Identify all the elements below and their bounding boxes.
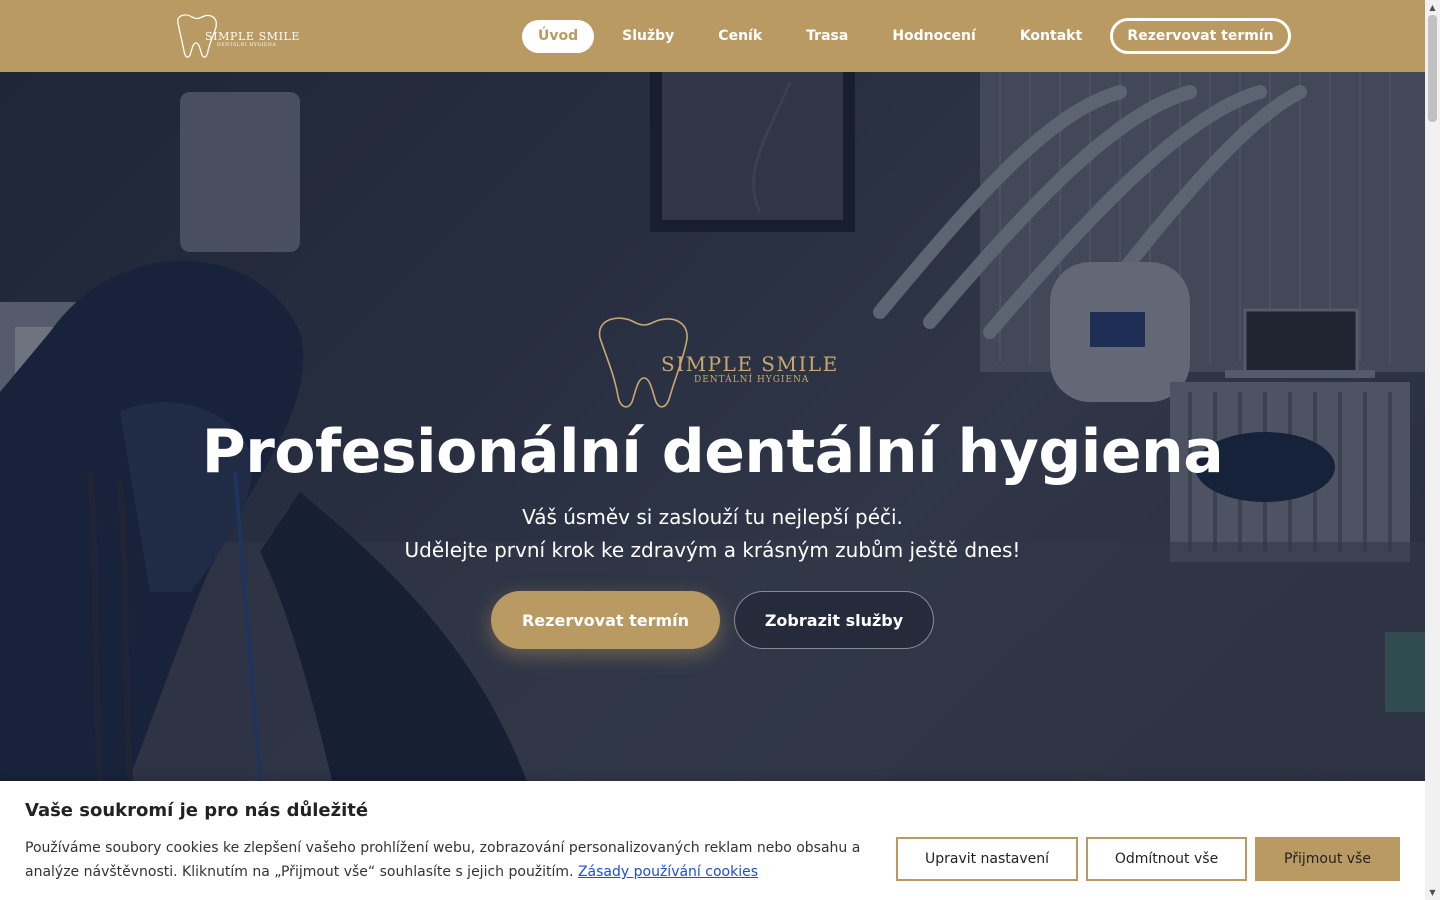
header-brand-name: SIMPLE SMILE	[205, 30, 301, 43]
nav-item-kontakt[interactable]: Kontakt	[1004, 20, 1098, 53]
hero-brand-name: SIMPLE SMILE	[661, 352, 839, 376]
cookie-accept-button[interactable]: Přijmout vše	[1255, 837, 1400, 881]
cookie-policy-link[interactable]: Zásady používání cookies	[578, 864, 758, 880]
cookie-description: Používáme soubory cookies ke zlepšení va…	[25, 836, 875, 884]
hero-brand-tagline: DENTÁLNÍ HYGIENA	[694, 375, 810, 385]
scroll-up-arrow-icon[interactable]: ▲	[1425, 0, 1440, 15]
header-logo[interactable]: SIMPLE SMILE DENTÁLNÍ HYGIENA	[172, 11, 299, 61]
hero-book-button[interactable]: Rezervovat termín	[491, 591, 720, 649]
scrollbar-thumb[interactable]	[1428, 15, 1437, 122]
hero-logo: SIMPLE SMILE DENTÁLNÍ HYGIENA	[594, 312, 837, 412]
nav-item-uvod[interactable]: Úvod	[522, 19, 595, 53]
hero-section: SIMPLE SMILE DENTÁLNÍ HYGIENA Profesioná…	[0, 72, 1425, 900]
hero-title: Profesionální dentální hygiena	[201, 417, 1224, 487]
cookie-consent-bar: Vaše soukromí je pro nás důležité Použív…	[0, 781, 1425, 900]
cookie-title: Vaše soukromí je pro nás důležité	[25, 800, 369, 821]
cookie-reject-button[interactable]: Odmítnout vše	[1086, 837, 1247, 881]
header-brand-tagline: DENTÁLNÍ HYGIENA	[217, 43, 277, 48]
nav-item-trasa[interactable]: Trasa	[790, 20, 864, 53]
hero-services-button[interactable]: Zobrazit služby	[734, 591, 934, 649]
nav-item-hodnoceni[interactable]: Hodnocení	[876, 20, 992, 53]
main-nav: Úvod Služby Ceník Trasa Hodnocení Kontak…	[522, 19, 1098, 53]
header-book-button[interactable]: Rezervovat termín	[1110, 18, 1291, 54]
page-scrollbar[interactable]: ▲ ▼	[1425, 0, 1440, 900]
cookie-settings-button[interactable]: Upravit nastavení	[896, 837, 1078, 881]
scroll-down-arrow-icon[interactable]: ▼	[1425, 885, 1440, 900]
hero-subtitle-line2: Udělejte první krok ke zdravým a krásným…	[404, 538, 1021, 562]
nav-item-cenik[interactable]: Ceník	[702, 20, 778, 53]
hero-subtitle-line1: Váš úsměv si zaslouží tu nejlepší péči.	[522, 505, 903, 529]
site-header: SIMPLE SMILE DENTÁLNÍ HYGIENA Úvod Služb…	[0, 0, 1425, 72]
nav-item-sluzby[interactable]: Služby	[606, 20, 690, 53]
